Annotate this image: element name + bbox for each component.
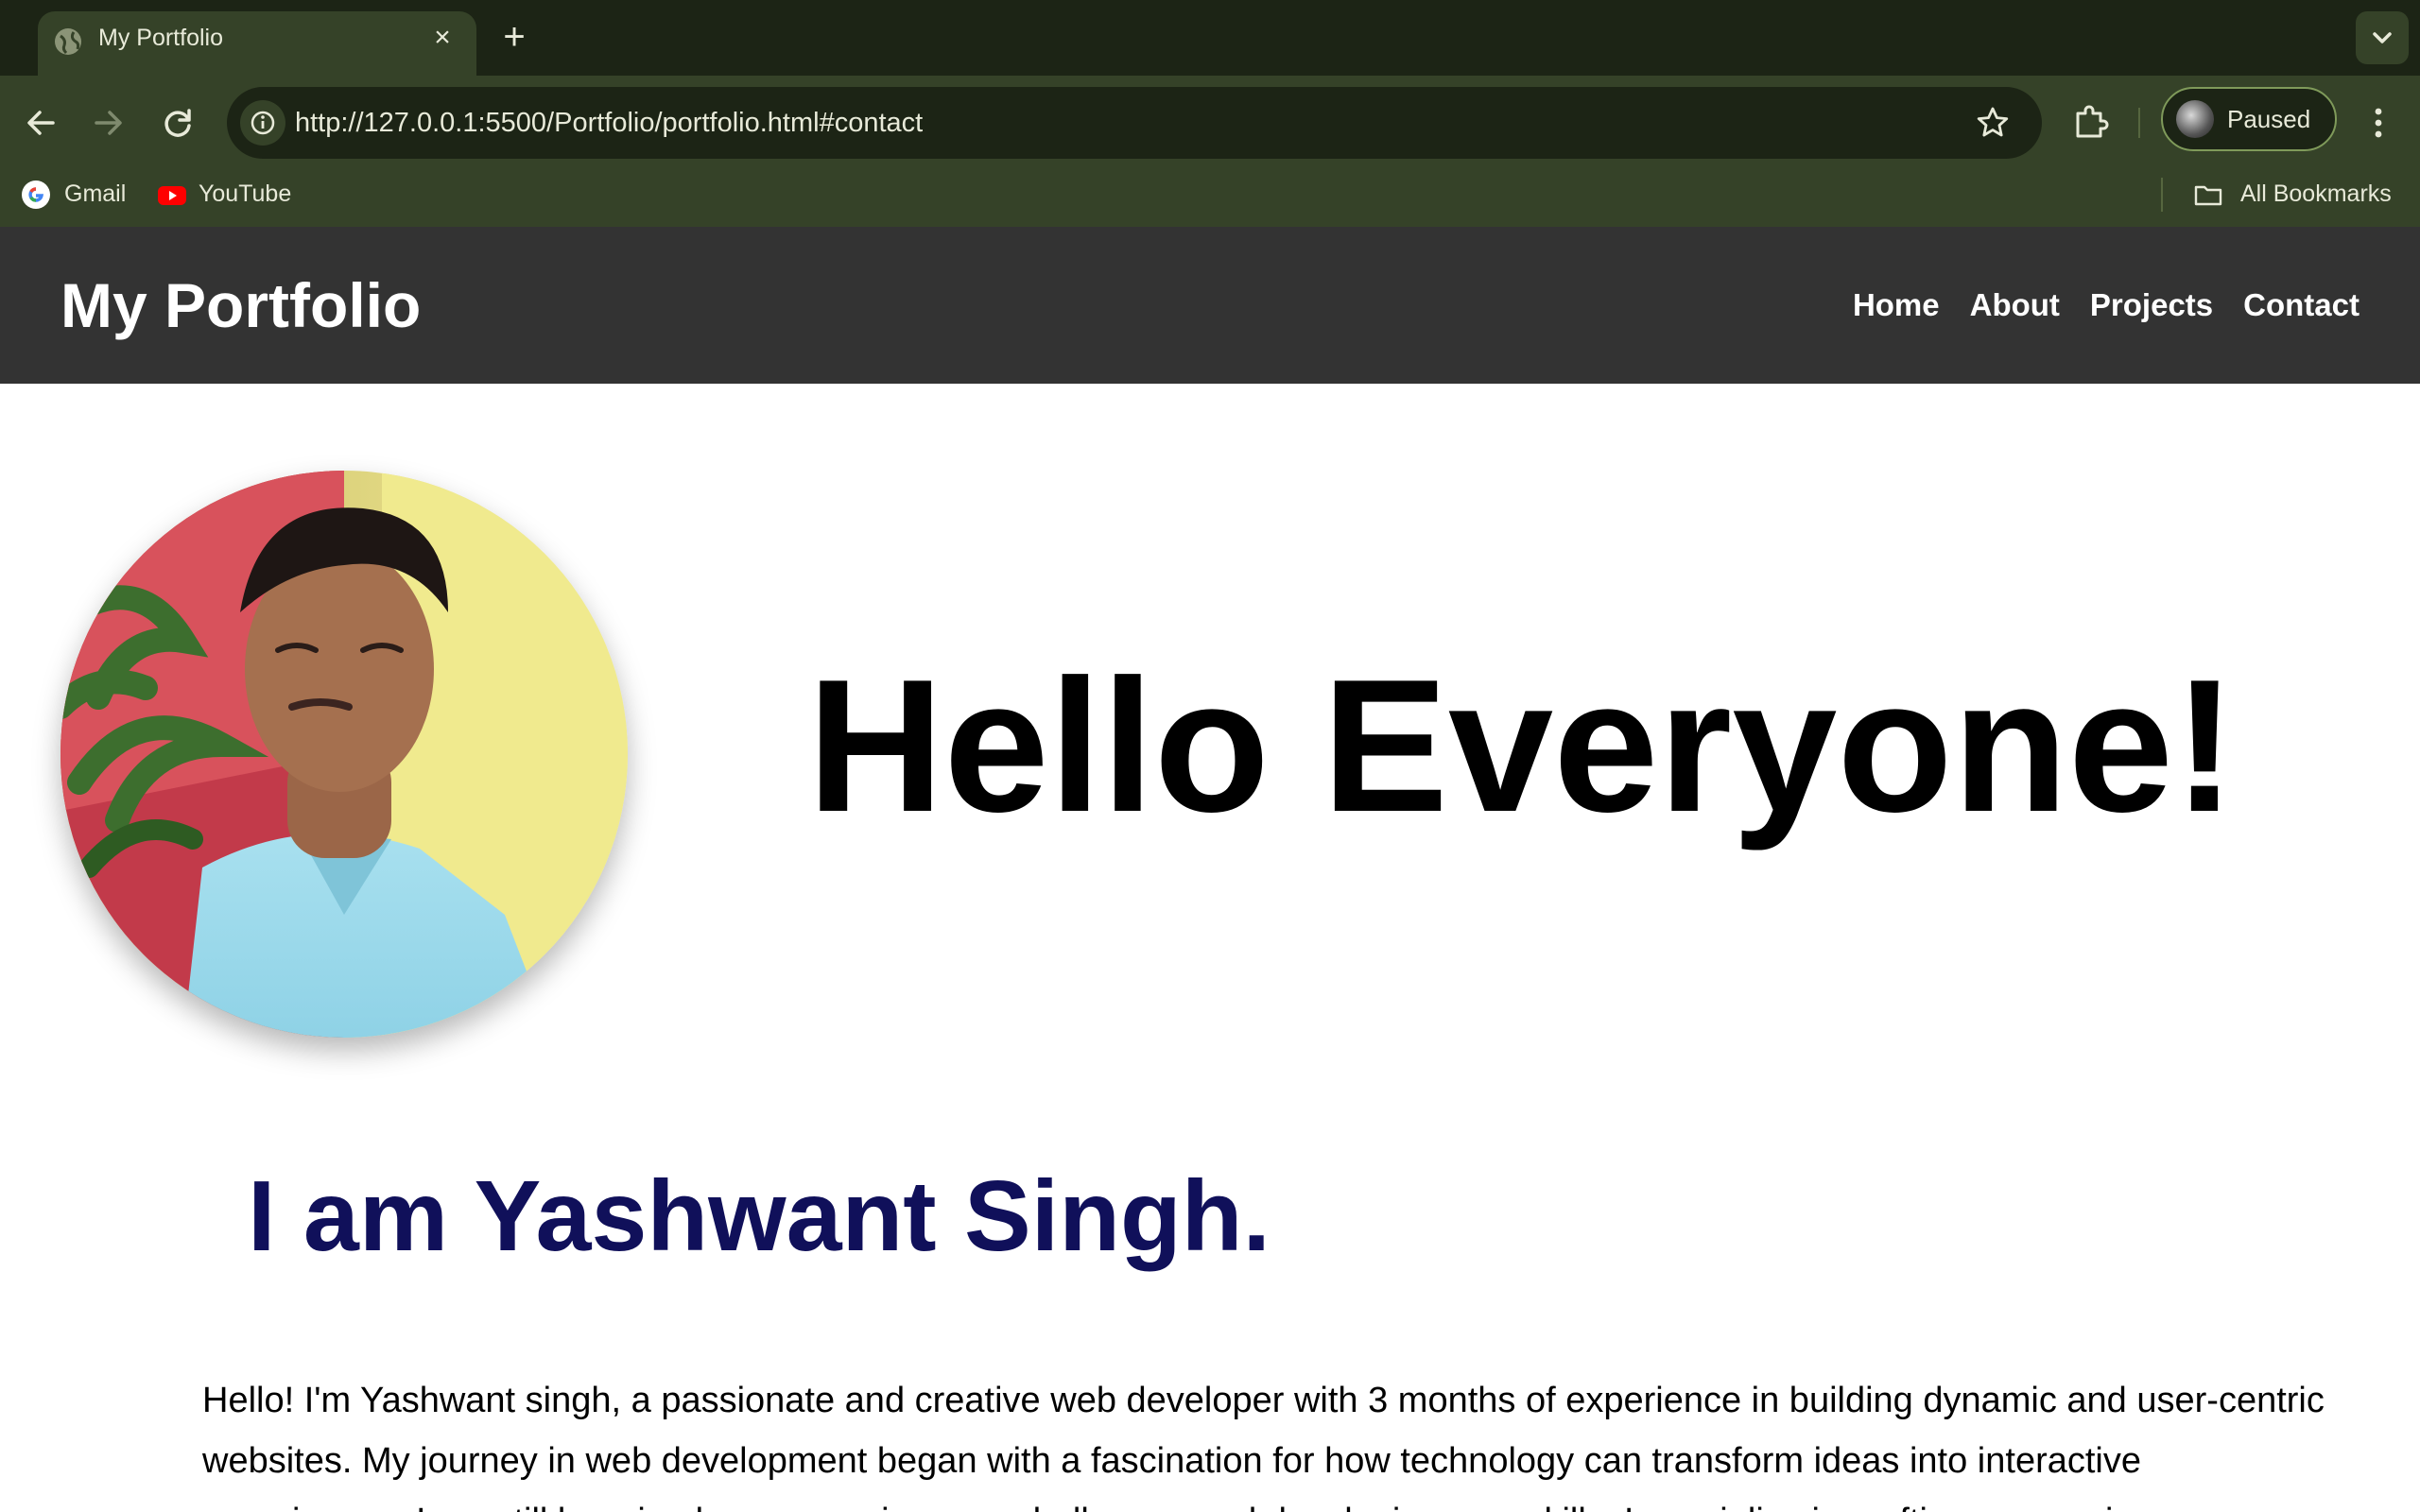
bookmark-gmail[interactable]: Gmail (21, 161, 132, 227)
chevron-down-icon (2373, 32, 2392, 43)
youtube-icon (158, 186, 186, 205)
globe-icon (55, 28, 81, 55)
site-title: My Portfolio (60, 270, 422, 340)
toolbar-divider (2138, 108, 2140, 138)
site-info-button[interactable] (240, 100, 285, 146)
profile-button[interactable]: Paused (2161, 87, 2337, 151)
tab-my-portfolio[interactable]: My Portfolio × (38, 11, 476, 76)
avatar (2176, 100, 2214, 138)
intro-heading: I am Yashwant Singh. (248, 1160, 1270, 1272)
google-icon (22, 180, 50, 209)
bookmark-label: YouTube (199, 180, 292, 207)
bio-paragraph: Hello! I'm Yashwant singh, a passionate … (202, 1381, 2325, 1512)
star-icon[interactable] (1974, 104, 2012, 142)
profile-status-label: Paused (2227, 105, 2311, 133)
arrow-left-icon[interactable] (15, 96, 68, 149)
tab-search-button[interactable] (2356, 11, 2409, 64)
url-text[interactable]: http://127.0.0.1:5500/Portfolio/portfoli… (295, 87, 923, 159)
reload-icon[interactable] (151, 96, 204, 149)
tab-title: My Portfolio (98, 25, 223, 51)
bookmark-label: Gmail (64, 180, 127, 207)
nav-link-contact[interactable]: Contact (2243, 287, 2360, 323)
info-icon (251, 111, 275, 135)
bookmark-youtube[interactable]: YouTube (157, 161, 299, 227)
folder-icon (2194, 185, 2222, 206)
close-icon[interactable]: × (427, 23, 458, 53)
all-bookmarks-button[interactable]: All Bookmarks (2193, 161, 2401, 227)
arrow-right-icon[interactable] (81, 96, 134, 149)
nav-link-projects[interactable]: Projects (2090, 287, 2213, 323)
bookmarks-divider (2161, 178, 2163, 212)
address-bar[interactable]: http://127.0.0.1:5500/Portfolio/portfoli… (227, 87, 2042, 159)
plus-icon[interactable]: + (495, 18, 533, 57)
hero-heading: Hello Everyone! (807, 641, 2237, 851)
puzzle-icon[interactable] (2066, 98, 2116, 147)
nav-link-home[interactable]: Home (1853, 287, 1940, 323)
site-nav: Home About Projects Contact (1853, 227, 2360, 384)
site-header: My Portfolio Home About Projects Contact (0, 227, 2420, 384)
nav-link-about[interactable]: About (1970, 287, 2060, 323)
all-bookmarks-label: All Bookmarks (2240, 180, 2392, 207)
browser-toolbar: http://127.0.0.1:5500/Portfolio/portfoli… (0, 76, 2420, 227)
bookmarks-bar: Gmail YouTube All Bookmarks (0, 161, 2420, 227)
tab-strip: My Portfolio × + (0, 0, 2420, 76)
profile-photo (60, 471, 628, 1038)
kebab-menu-icon[interactable] (2356, 98, 2401, 147)
